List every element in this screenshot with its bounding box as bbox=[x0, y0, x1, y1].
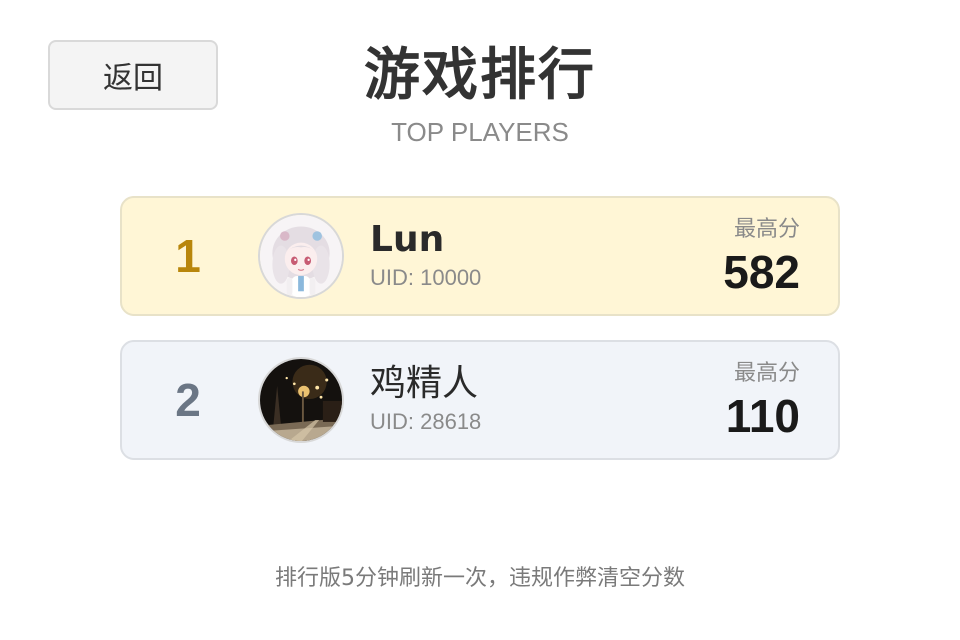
leaderboard-row-2: 2 鸡精人 UID: 28618 最高分 110 bbox=[120, 340, 840, 460]
high-score-label: 最高分 bbox=[733, 217, 800, 242]
player-name: 鸡精人 bbox=[370, 363, 479, 404]
high-score-label: 最高分 bbox=[733, 361, 800, 386]
player-avatar bbox=[258, 213, 344, 299]
leaderboard-row-1: 1 Lun UID: 10000 最高分 582 bbox=[120, 196, 840, 316]
page-title: 游戏排行 bbox=[364, 43, 596, 108]
player-uid: UID: 28618 bbox=[370, 409, 482, 434]
rank-number: 2 bbox=[175, 374, 201, 426]
refresh-notice: 排行版5分钟刷新一次，违规作弊清空分数 bbox=[275, 566, 685, 591]
player-uid: UID: 10000 bbox=[370, 265, 482, 290]
high-score-value: 582 bbox=[723, 246, 800, 298]
player-name: Lun bbox=[370, 219, 445, 260]
high-score-value: 110 bbox=[725, 390, 800, 442]
rank-number: 1 bbox=[175, 230, 201, 282]
night-street-avatar-icon bbox=[260, 359, 342, 441]
anime-girl-avatar-icon bbox=[260, 215, 342, 297]
player-avatar bbox=[258, 357, 344, 443]
page-subtitle: TOP PLAYERS bbox=[391, 117, 569, 147]
